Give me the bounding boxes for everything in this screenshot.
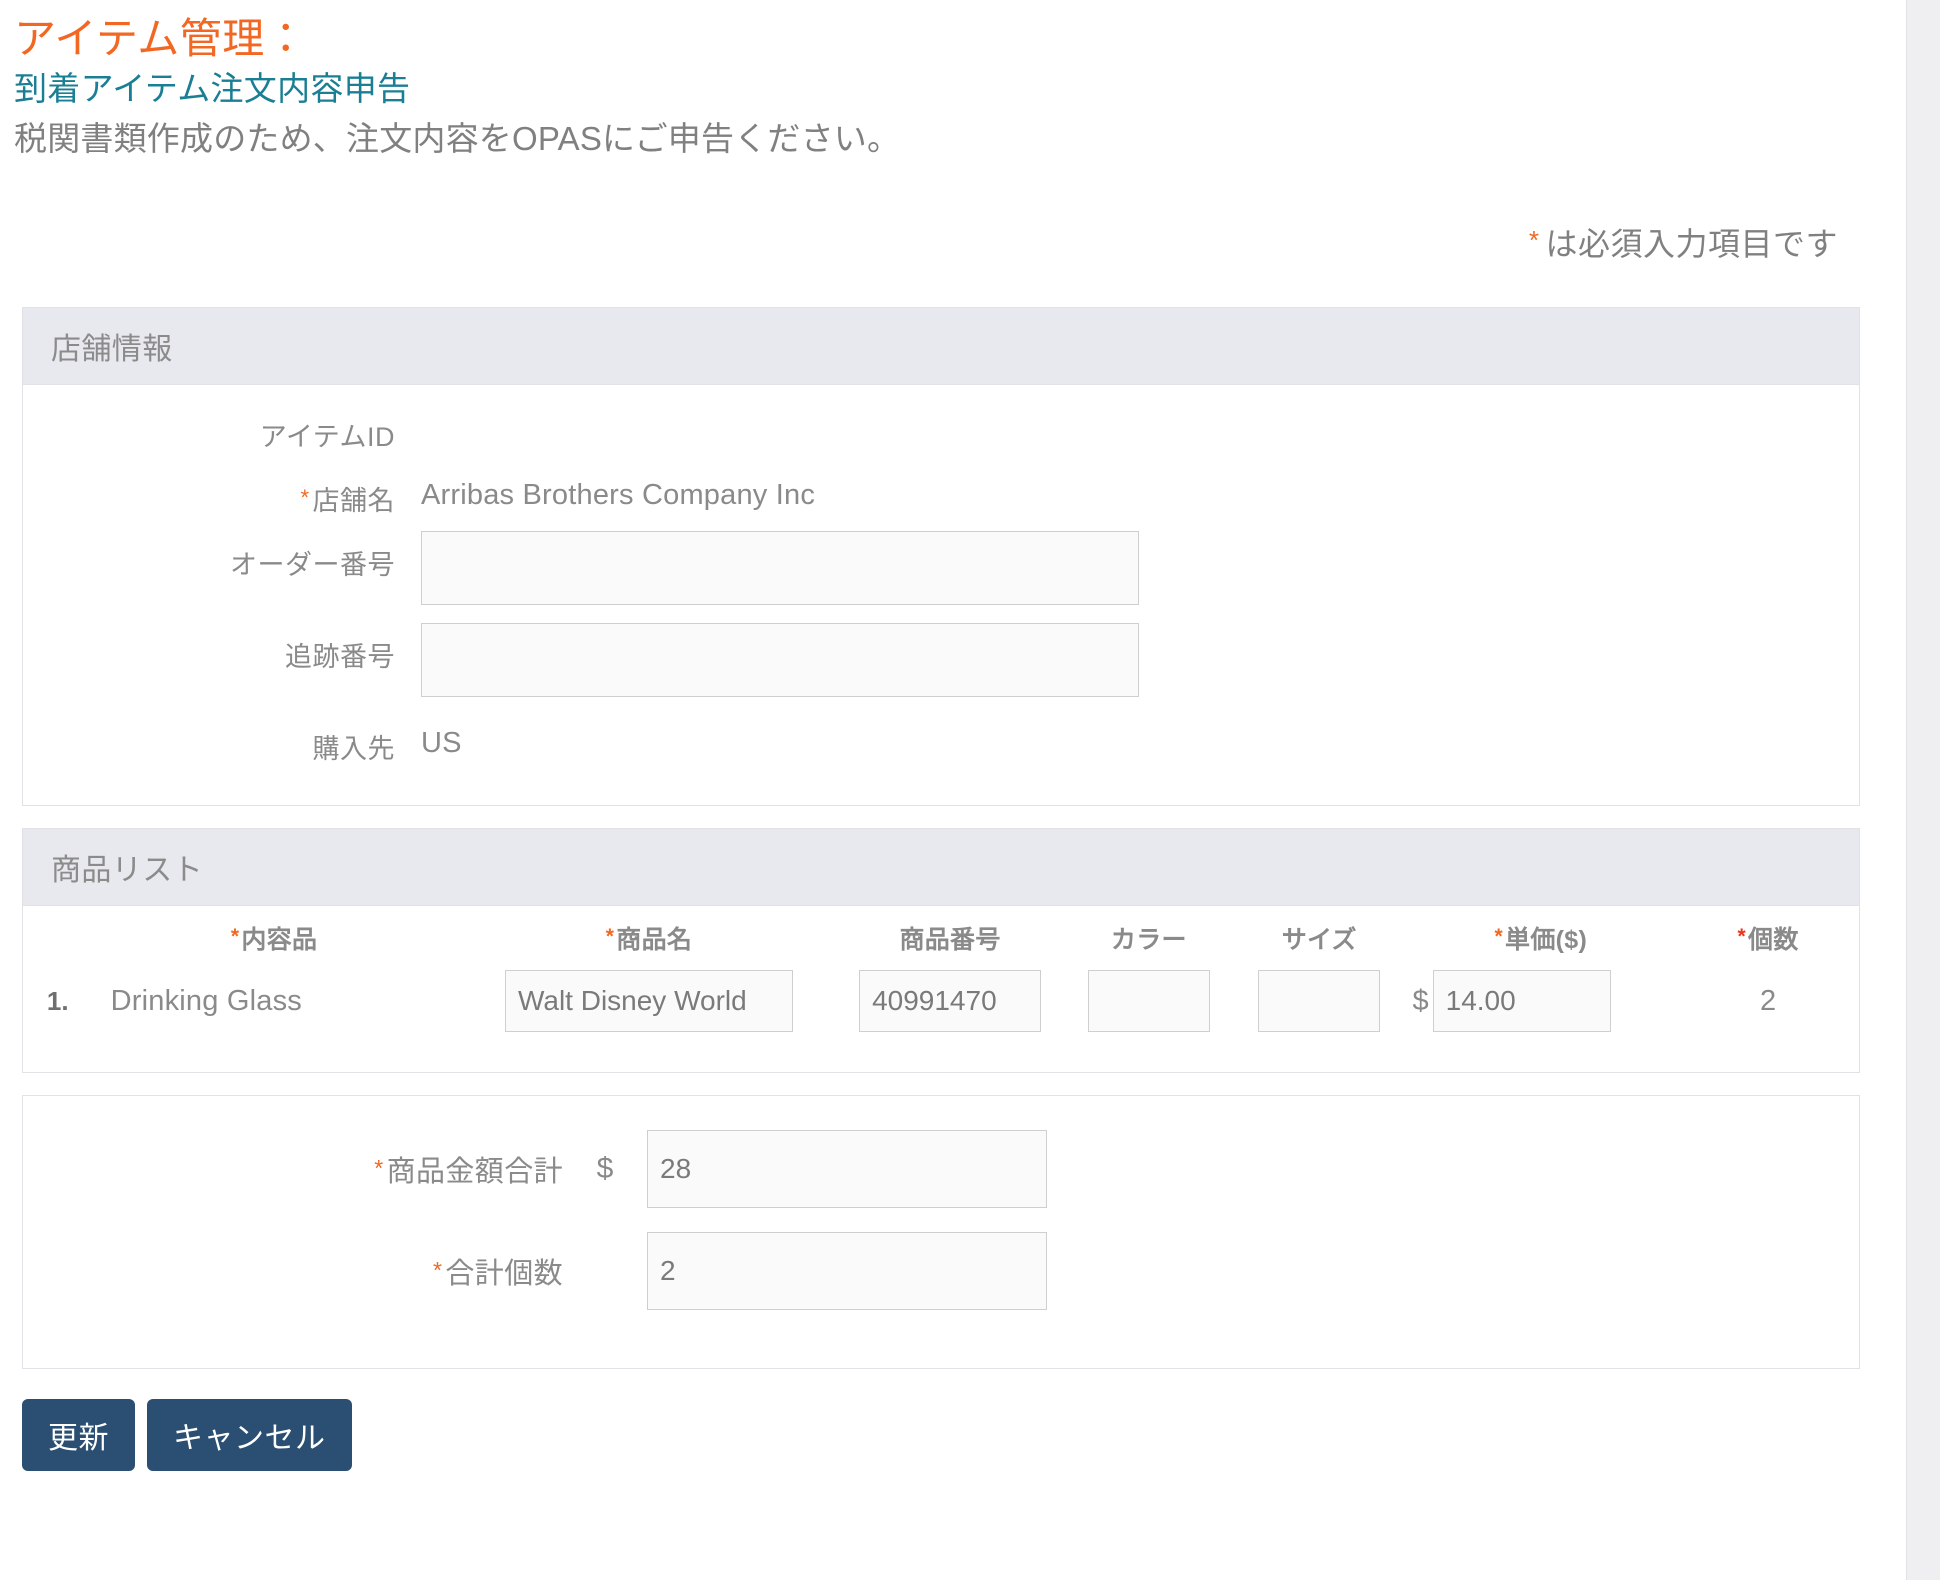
column-header-product-name: *商品名 (462, 906, 837, 966)
purchase-country-label: 購入先 (312, 734, 395, 765)
page-subtitle: 到着アイテム注文内容申告 (14, 69, 411, 107)
order-number-label: オーダー番号 (230, 550, 395, 581)
column-header-size: サイズ (1281, 926, 1357, 955)
row-product-number-input[interactable] (859, 970, 1042, 1033)
row-unit-price-input[interactable] (1432, 970, 1611, 1033)
row-content-value: Drinking Glass (110, 984, 302, 1017)
total-amount-row: * 商品金額合計 $ (23, 1130, 1859, 1209)
column-header-unit-price-text: 単価($) (1505, 926, 1588, 955)
form-action-bar: 更新 キャンセル (22, 1399, 1906, 1472)
product-list-body-rows: 1. Drinking Glass Walt Disney World 4099… (23, 966, 1859, 1072)
required-asterisk-icon: * (230, 925, 240, 949)
field-row-tracking-number: 追跡番号 (23, 623, 1859, 705)
row-unit-price-cell: $ (1404, 970, 1677, 1033)
totals-panel: *商品金額合計 $ *合計個数 $ (22, 1095, 1860, 1370)
total-amount-label: * 商品金額合計 (23, 1148, 563, 1190)
column-header-color: カラー (1110, 926, 1187, 955)
required-asterisk-icon: * (1494, 925, 1504, 949)
required-asterisk-icon: * (374, 1155, 384, 1182)
required-note-text: は必須入力項目です (1545, 226, 1838, 263)
required-asterisk-icon: * (1528, 225, 1540, 256)
column-header-product-name-text: 商品名 (616, 926, 693, 955)
row-product-name-input[interactable] (504, 970, 793, 1033)
page-header: アイテム管理： 到着アイテム注文内容申告 税関書類作成のため、注文内容をOPAS… (0, 0, 1906, 161)
field-row-purchase-country: 購入先 US (23, 715, 1859, 769)
required-asterisk-icon: * (300, 485, 310, 511)
order-number-field-wrap (395, 531, 1139, 606)
required-asterisk-icon: * (1737, 925, 1747, 949)
page-container: アイテム管理： 到着アイテム注文内容申告 税関書類作成のため、注文内容をOPAS… (0, 0, 1906, 1472)
product-list-header-row: *内容品 *商品名 商品番号 カラー サイズ *単価($) *個数 (23, 906, 1859, 966)
required-asterisk-icon: * (605, 925, 615, 949)
column-header-unit-price: *単価($) (1404, 906, 1677, 966)
row-index-label: 1. (46, 985, 69, 1016)
cancel-button[interactable]: キャンセル (147, 1399, 352, 1472)
purchase-country-value: US (421, 727, 462, 760)
item-id-label: アイテムID (259, 422, 395, 453)
page-description: 税関書類作成のため、注文内容をOPASにご申告ください。 (14, 120, 901, 158)
page-gutter (1906, 0, 1940, 1580)
total-amount-currency: $ (596, 1152, 614, 1186)
store-name-label-text: 店舗名 (312, 486, 395, 517)
store-information-panel: 店舗情報 アイテムID * 店舗名 Arribas Brothers Compan… (22, 307, 1860, 807)
store-information-body: アイテムID * 店舗名 Arribas Brothers Company Inc… (23, 385, 1859, 805)
required-fields-note: * は必須入力項目です (0, 219, 1838, 265)
tracking-number-input[interactable] (421, 623, 1139, 698)
column-header-content: *内容品 (87, 906, 462, 966)
column-header-content-text: 内容品 (241, 926, 318, 955)
column-header-product-number: 商品番号 (899, 926, 1001, 955)
totals-body: *商品金額合計 $ *合計個数 $ (23, 1096, 1859, 1368)
table-row: 1. Drinking Glass Walt Disney World 4099… (23, 966, 1859, 1072)
column-header-quantity: *個数 (1677, 906, 1859, 966)
column-header-index (23, 906, 87, 966)
total-quantity-label: * 合計個数 (23, 1250, 563, 1292)
row-size-input[interactable] (1258, 970, 1381, 1033)
product-list-table: *内容品 *商品名 商品番号 カラー サイズ *単価($) *個数 1. Dri… (23, 906, 1859, 1072)
currency-symbol: $ (1412, 984, 1429, 1017)
row-quantity-value: 2 (1760, 984, 1777, 1017)
required-asterisk-icon: * (433, 1257, 443, 1284)
total-amount-label-text: 商品金額合計 (386, 1156, 563, 1189)
store-name-label: * 店舗名 (23, 467, 395, 518)
order-number-input[interactable] (421, 531, 1139, 606)
store-name-value: Arribas Brothers Company Inc (421, 479, 816, 512)
row-color-input[interactable] (1087, 970, 1210, 1033)
field-row-item-id: アイテムID (23, 403, 1859, 457)
total-quantity-label-text: 合計個数 (445, 1258, 563, 1291)
total-amount-input[interactable] (647, 1130, 1047, 1209)
store-information-heading: 店舗情報 (23, 308, 1859, 386)
page-title: アイテム管理： (14, 15, 308, 62)
column-header-quantity-text: 個数 (1748, 926, 1799, 955)
field-row-order-number: オーダー番号 (23, 531, 1859, 613)
product-list-body: *内容品 *商品名 商品番号 カラー サイズ *単価($) *個数 1. Dri… (23, 906, 1859, 1072)
tracking-number-label: 追跡番号 (285, 642, 395, 673)
product-list-panel: 商品リスト *内容品 *商品名 商品番号 カラー サイズ *単価($) *個数 … (22, 828, 1860, 1074)
tracking-number-field-wrap (395, 623, 1139, 698)
total-quantity-input[interactable] (647, 1232, 1047, 1311)
field-row-store-name: * 店舗名 Arribas Brothers Company Inc (23, 467, 1859, 521)
total-quantity-row: *合計個数 $ (23, 1232, 1859, 1311)
product-list-heading: 商品リスト (23, 829, 1859, 907)
item-id-value (395, 403, 421, 415)
update-button[interactable]: 更新 (22, 1399, 135, 1472)
